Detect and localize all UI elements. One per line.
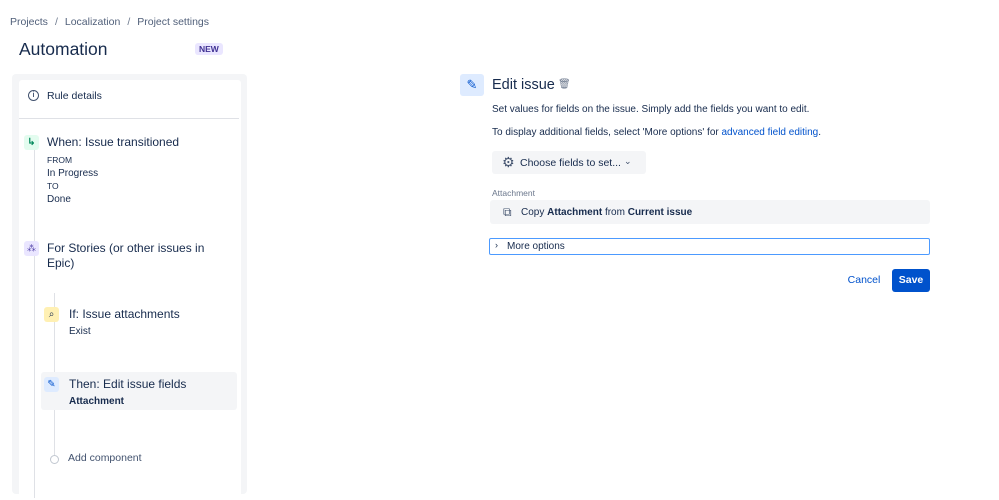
rule-details-label: Rule details xyxy=(47,90,102,102)
choose-fields-label: Choose fields to set... xyxy=(520,157,621,169)
breadcrumb-separator: / xyxy=(127,16,131,28)
editor-more-info: To display additional fields, select 'Mo… xyxy=(492,127,821,138)
pencil-icon: ✎ xyxy=(460,74,484,96)
breadcrumb-separator: / xyxy=(54,16,58,28)
more-info-suffix: . xyxy=(818,127,822,138)
more-options-toggle[interactable]: › More options xyxy=(489,238,930,255)
add-component-label: Add component xyxy=(68,452,142,464)
editor-title: Edit issue xyxy=(492,77,555,93)
copy-icon[interactable]: ⧉ xyxy=(503,205,512,220)
breadcrumb: Projects / Localization / Project settings xyxy=(10,16,209,28)
chevron-down-icon: ⌄ xyxy=(624,156,632,166)
rule-panel-content: i Rule details ↳ When: Issue transitione… xyxy=(19,80,241,500)
trigger-title: When: Issue transitioned xyxy=(47,135,180,149)
trigger-step[interactable]: ↳ When: Issue transitioned FROM In Progr… xyxy=(22,132,232,205)
cancel-button[interactable]: Cancel xyxy=(841,270,887,291)
choose-fields-button[interactable]: ⚙ Choose fields to set... ⌄ xyxy=(492,151,646,174)
action-step[interactable]: ✎ Then: Edit issue fields Attachment xyxy=(41,372,237,410)
attachment-field-label: Attachment xyxy=(492,188,535,198)
info-icon: i xyxy=(28,90,39,101)
rule-panel: i Rule details ↳ When: Issue transitione… xyxy=(12,74,247,500)
action-title: Then: Edit issue fields xyxy=(69,377,187,391)
transition-icon: ↳ xyxy=(24,135,39,150)
condition-detail: Exist xyxy=(69,326,91,337)
add-component-button[interactable]: Add component xyxy=(50,451,200,467)
breadcrumb-localization[interactable]: Localization xyxy=(65,16,120,28)
branch-title: For Stories (or other issues in Epic) xyxy=(47,241,205,270)
more-options-label: More options xyxy=(507,241,565,252)
paperclip-icon: ⌕ xyxy=(44,307,59,322)
condition-step[interactable]: ⌕ If: Issue attachments Exist xyxy=(42,306,237,340)
add-component-dot-icon xyxy=(50,455,59,464)
branch-step[interactable]: ⁂ For Stories (or other issues in Epic) xyxy=(22,238,232,274)
chevron-right-icon: › xyxy=(495,240,498,250)
condition-title: If: Issue attachments xyxy=(69,307,180,321)
pencil-icon: ✎ xyxy=(44,377,59,392)
trash-icon[interactable]: 🗑 xyxy=(558,79,571,90)
page-title: Automation xyxy=(19,39,108,59)
attachment-field-value: Copy Attachment from Current issue xyxy=(521,207,693,218)
from-label: FROM xyxy=(47,155,73,165)
to-label: TO xyxy=(47,181,59,191)
trigger-details: FROM In Progress TO Done xyxy=(47,154,98,206)
editor-description: Set values for fields on the issue. Simp… xyxy=(492,104,810,115)
from-value: In Progress xyxy=(47,168,99,179)
attachment-field[interactable]: ⧉ Copy Attachment from Current issue xyxy=(490,200,930,224)
action-detail: Attachment xyxy=(69,396,125,407)
branch-icon: ⁂ xyxy=(24,241,39,256)
new-badge: NEW xyxy=(195,43,223,55)
save-button[interactable]: Save xyxy=(892,269,930,292)
advanced-field-editing-link[interactable]: advanced field editing xyxy=(722,127,819,138)
gear-icon: ⚙ xyxy=(502,154,515,170)
more-info-prefix: To display additional fields, select 'Mo… xyxy=(492,127,722,138)
breadcrumb-projects[interactable]: Projects xyxy=(10,16,48,28)
rule-details-item[interactable]: i Rule details xyxy=(19,80,239,119)
to-value: Done xyxy=(47,194,71,205)
breadcrumb-project-settings[interactable]: Project settings xyxy=(137,16,209,28)
